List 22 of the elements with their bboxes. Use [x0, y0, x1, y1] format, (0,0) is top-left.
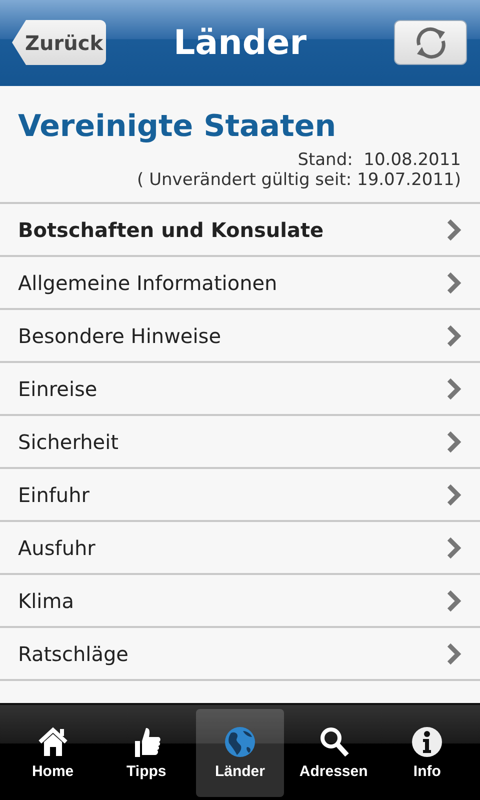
globe-icon: [222, 725, 257, 759]
tab[interactable]: Adressen: [290, 708, 378, 796]
stand-date: Stand: 10.08.2011: [296, 150, 461, 170]
country-name: Vereinigte Staaten: [18, 110, 338, 144]
chevron-icon: [446, 218, 462, 242]
chevron-icon: [446, 430, 462, 454]
info-icon: [410, 725, 444, 759]
back-button[interactable]: Zurück: [12, 20, 106, 65]
chevron-icon: [446, 376, 462, 400]
chevron-icon: [446, 642, 462, 666]
tab[interactable]: Home: [8, 708, 97, 796]
chevron-icon: [446, 324, 462, 348]
tab[interactable]: Info: [383, 708, 472, 796]
chevron-icon: [446, 482, 462, 506]
validity-note: ( Unverändert gültig seit: 19.07.2011): [136, 170, 461, 190]
refresh-button[interactable]: [394, 20, 467, 65]
tab[interactable]: Länder: [196, 708, 284, 796]
chevron-icon: [446, 536, 462, 560]
chevron-icon: [446, 270, 462, 294]
tab[interactable]: Tipps: [102, 708, 190, 796]
chevron-icon: [446, 588, 462, 612]
screen-title: Länder: [174, 23, 306, 63]
